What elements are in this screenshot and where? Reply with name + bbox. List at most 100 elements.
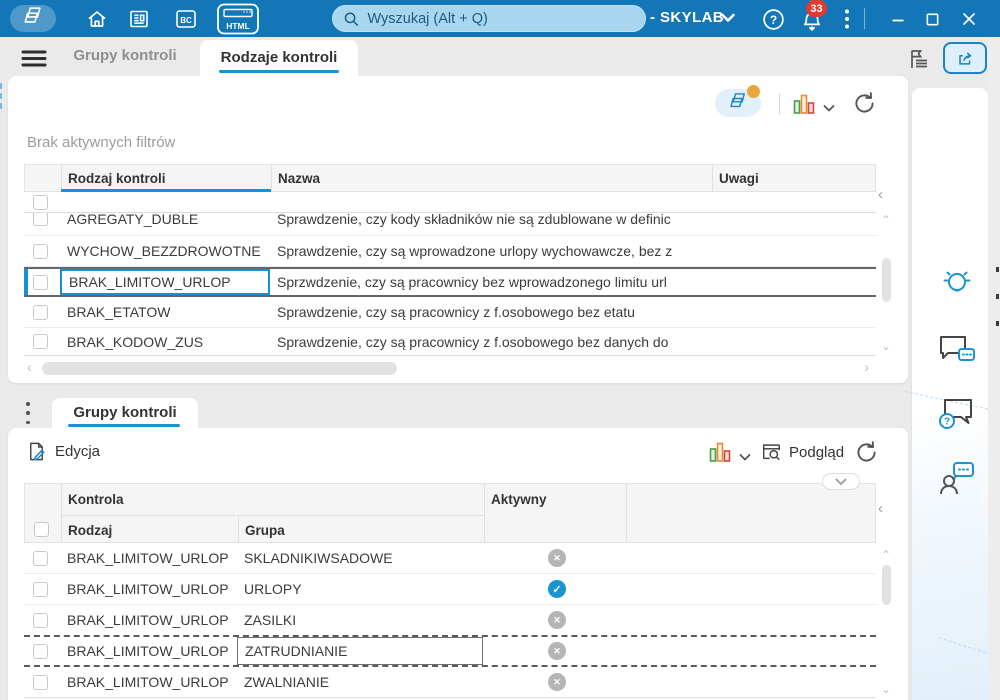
- row-checkbox[interactable]: [33, 675, 48, 690]
- scroll-left-arrow[interactable]: ‹: [27, 360, 32, 375]
- chat-bubbles-icon: [940, 336, 975, 361]
- scroll-right-arrow[interactable]: ›: [864, 360, 869, 375]
- chart-button-lower[interactable]: [708, 440, 732, 469]
- share-button[interactable]: [943, 42, 987, 74]
- more-menu-button[interactable]: [838, 8, 856, 30]
- column-header-uwagi[interactable]: Uwagi: [719, 171, 759, 186]
- active-status-icon[interactable]: [548, 580, 566, 598]
- grupa-edit-cell[interactable]: ZATRUDNIANIE: [237, 637, 483, 665]
- cell-nazwa: Sprawdzenie, czy są wprowadzone urlopy w…: [277, 243, 673, 259]
- scroll-down-arrow[interactable]: ⌄: [881, 683, 891, 695]
- vertical-scrollbar-thumb[interactable]: [882, 258, 891, 302]
- table-row[interactable]: BRAK_LIMITOW_URLOP ZWALNIANIE: [24, 667, 876, 698]
- table-row[interactable]: BRAK_ETATOW Sprawdzenie, czy są pracowni…: [24, 297, 876, 328]
- question-circle-icon: ?: [762, 8, 784, 30]
- search-icon: [344, 11, 359, 26]
- close-button[interactable]: [954, 6, 984, 32]
- refresh-icon: [855, 92, 874, 113]
- search-input[interactable]: [367, 10, 635, 27]
- chart-button[interactable]: [792, 92, 816, 121]
- column-header-rodzaj[interactable]: Rodzaj: [68, 523, 112, 538]
- table-row[interactable]: BRAK_LIMITOW_URLOP ZASILKI: [24, 605, 876, 636]
- row-checkbox[interactable]: [33, 244, 48, 259]
- main-menu-button[interactable]: [20, 48, 48, 68]
- html-browser-button[interactable]: HTML: [215, 3, 261, 35]
- bc-module-button[interactable]: BC: [172, 7, 200, 31]
- splitter-handle[interactable]: [26, 402, 30, 424]
- cell-nazwa: Sprawdzenie, czy są pracownicy z f.osobo…: [277, 304, 635, 320]
- vertical-scrollbar-thumb[interactable]: [882, 565, 891, 605]
- scroll-down-arrow[interactable]: ⌄: [881, 340, 891, 352]
- minimize-button[interactable]: [884, 6, 912, 32]
- select-all-checkbox[interactable]: [34, 522, 49, 537]
- scroll-up-arrow[interactable]: ⌃: [881, 549, 891, 561]
- svg-text:HTML: HTML: [226, 21, 250, 31]
- edit-button[interactable]: Edycja: [25, 440, 100, 463]
- home-icon: [88, 11, 106, 27]
- collapse-section-button[interactable]: [822, 473, 860, 490]
- table-row[interactable]: BRAK_KODOW_ZUS Sprawdzenie, czy są praco…: [24, 328, 876, 356]
- collapse-panel-chevron[interactable]: ‹: [878, 500, 883, 517]
- company-switch-button[interactable]: [718, 10, 738, 26]
- refresh-button[interactable]: [851, 90, 878, 122]
- table-row-selected[interactable]: BRAK_LIMITOW_URLOP Sprzwdzenie, czy są p…: [24, 267, 876, 297]
- table-row[interactable]: AGREGATY_DUBLE Sprawdzenie, czy kody skł…: [24, 213, 876, 236]
- tips-button[interactable]: [935, 266, 979, 304]
- row-checkbox[interactable]: [33, 213, 48, 226]
- kebab-menu-icon: [845, 9, 849, 29]
- chat-button[interactable]: [935, 332, 979, 370]
- inactive-status-icon[interactable]: [548, 673, 566, 691]
- select-all-checkbox[interactable]: [33, 195, 48, 210]
- notifications-badge: 33: [806, 0, 827, 17]
- cell-grupa: ZATRUDNIANIE: [245, 643, 348, 659]
- table-row[interactable]: BRAK_LIMITOW_URLOP SKLADNIKIWSADOWE: [24, 543, 876, 574]
- inactive-status-icon[interactable]: [548, 549, 566, 567]
- newspaper-icon: [130, 10, 148, 28]
- help-button[interactable]: ?: [759, 6, 787, 32]
- chart-dropdown-button[interactable]: [823, 100, 835, 118]
- tab-grupy-kontroli-top[interactable]: Grupy kontroli: [60, 47, 190, 69]
- global-search[interactable]: [332, 5, 646, 32]
- collapse-panel-chevron[interactable]: ‹: [878, 186, 883, 203]
- row-checkbox[interactable]: [33, 613, 48, 628]
- notification-dot: [747, 85, 760, 98]
- row-checkbox[interactable]: [33, 334, 48, 349]
- scroll-marker: [996, 321, 999, 326]
- cell-rodzaj: BRAK_LIMITOW_URLOP: [67, 581, 229, 597]
- help-chat-button[interactable]: ?: [935, 396, 979, 434]
- column-header-grupa[interactable]: Grupa: [245, 523, 285, 538]
- selected-row-marker: [24, 269, 28, 295]
- preview-button[interactable]: Podgląd: [760, 441, 844, 463]
- column-header-rodzaj-kontroli[interactable]: Rodzaj kontroli: [68, 171, 166, 186]
- inactive-status-icon[interactable]: [548, 642, 566, 660]
- inactive-status-icon[interactable]: [548, 611, 566, 629]
- table-row[interactable]: WYCHOW_BEZZDROWOTNE Sprawdzenie, czy są …: [24, 236, 876, 267]
- row-checkbox[interactable]: [33, 305, 48, 320]
- refresh-button-lower[interactable]: [853, 439, 880, 471]
- row-checkbox[interactable]: [33, 275, 48, 290]
- row-checkbox[interactable]: [33, 551, 48, 566]
- maximize-button[interactable]: [918, 6, 946, 32]
- active-app-button[interactable]: [10, 5, 56, 32]
- header-divider: [626, 484, 627, 542]
- community-button[interactable]: [935, 460, 979, 498]
- chart-dropdown-button-lower[interactable]: [739, 449, 751, 467]
- cell-rodzaj: BRAK_LIMITOW_URLOP: [67, 643, 229, 659]
- focused-cell[interactable]: BRAK_LIMITOW_URLOP: [60, 269, 270, 295]
- scroll-up-arrow[interactable]: ⌃: [881, 214, 891, 226]
- horizontal-scrollbar-thumb[interactable]: [42, 362, 397, 375]
- row-checkbox[interactable]: [33, 644, 48, 659]
- table-row-editing[interactable]: BRAK_LIMITOW_URLOP ZATRUDNIANIE: [24, 635, 876, 667]
- panel-list-button[interactable]: [905, 46, 933, 72]
- home-button[interactable]: [84, 7, 110, 31]
- news-button[interactable]: [126, 7, 152, 31]
- row-checkbox[interactable]: [33, 582, 48, 597]
- header-divider: [271, 165, 272, 191]
- window-edge-scrollbar[interactable]: [988, 37, 1000, 700]
- column-header-aktywny[interactable]: Aktywny: [491, 492, 547, 507]
- column-header-nazwa[interactable]: Nazwa: [278, 171, 320, 186]
- share-icon: [959, 52, 972, 65]
- hamburger-icon: [21, 50, 47, 66]
- header-divider: [61, 484, 62, 542]
- table-row[interactable]: BRAK_LIMITOW_URLOP URLOPY: [24, 574, 876, 605]
